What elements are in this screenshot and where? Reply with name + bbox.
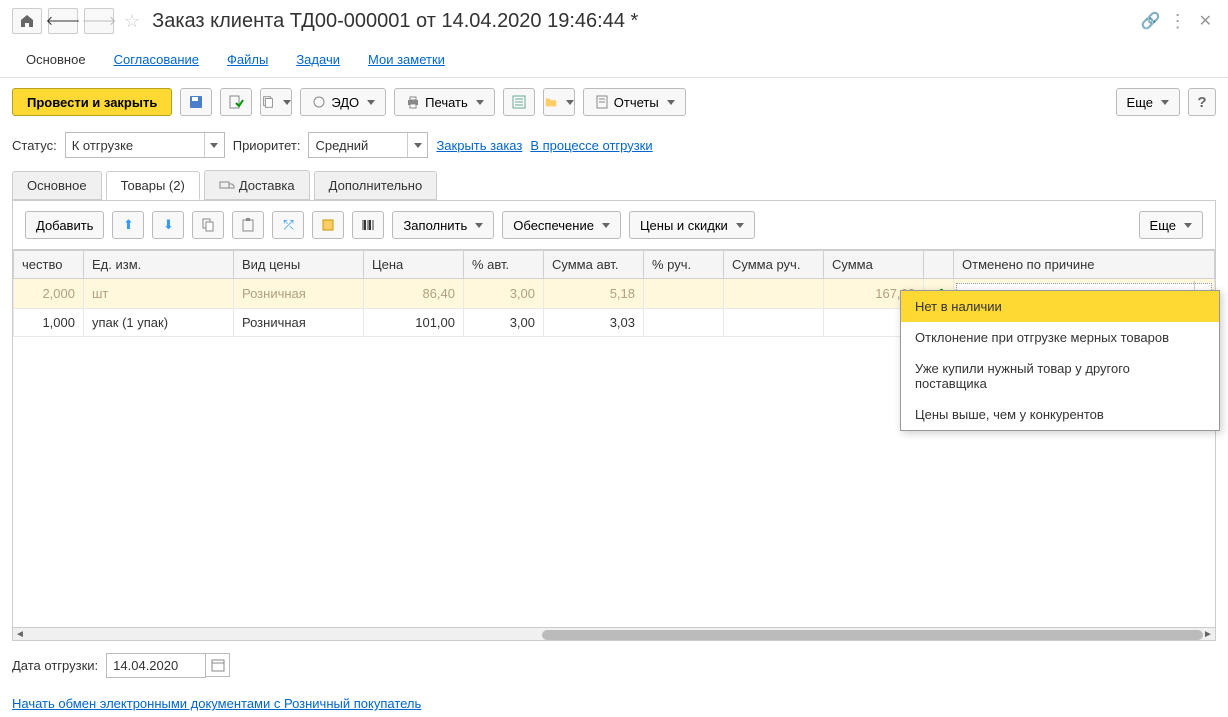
dropdown-option[interactable]: Уже купили нужный товар у другого постав… bbox=[901, 353, 1219, 399]
print-icon bbox=[405, 94, 421, 110]
col-cancelled[interactable]: Отменено по причине bbox=[954, 251, 1215, 279]
provision-button[interactable]: Обеспечение bbox=[502, 211, 621, 239]
report-button[interactable] bbox=[503, 88, 535, 116]
top-tabs: Основное Согласование Файлы Задачи Мои з… bbox=[0, 42, 1228, 78]
tab-tasks[interactable]: Задачи bbox=[282, 42, 354, 77]
split-button[interactable]: ⤱ bbox=[272, 211, 304, 239]
more-button[interactable]: Еще bbox=[1116, 88, 1180, 116]
arrow-up-icon: ⬆ bbox=[123, 217, 134, 233]
subtab-additional[interactable]: Дополнительно bbox=[314, 171, 438, 200]
subtab-main[interactable]: Основное bbox=[12, 171, 102, 200]
kebab-menu-icon[interactable]: ⋮ bbox=[1169, 11, 1187, 32]
ship-date-input[interactable]: 14.04.2020 bbox=[106, 653, 206, 678]
table-more-button[interactable]: Еще bbox=[1139, 211, 1203, 239]
horizontal-scrollbar[interactable]: ◄ ► bbox=[12, 627, 1216, 641]
save-button[interactable] bbox=[180, 88, 212, 116]
tab-approval[interactable]: Согласование bbox=[100, 42, 213, 77]
status-label: Статус: bbox=[12, 138, 57, 153]
arrow-down-icon: ⬇ bbox=[163, 217, 174, 233]
status-select[interactable]: К отгрузке bbox=[65, 132, 225, 158]
list-icon bbox=[511, 94, 527, 110]
box-icon bbox=[320, 217, 336, 233]
split-icon: ⤱ bbox=[283, 217, 293, 233]
dropdown-option[interactable]: Цены выше, чем у конкурентов bbox=[901, 399, 1219, 430]
edo-start-link[interactable]: Начать обмен электронными документами с … bbox=[12, 696, 421, 711]
in-shipping-link[interactable]: В процессе отгрузки bbox=[530, 138, 652, 153]
post-and-close-button[interactable]: Провести и закрыть bbox=[12, 88, 172, 116]
col-pricetype[interactable]: Вид цены bbox=[234, 251, 364, 279]
pick-button[interactable] bbox=[312, 211, 344, 239]
paste-icon bbox=[240, 217, 256, 233]
link-icon[interactable]: 🔗 bbox=[1141, 11, 1161, 31]
priority-label: Приоритет: bbox=[233, 138, 301, 153]
col-qty[interactable]: чество bbox=[14, 251, 84, 279]
tab-files[interactable]: Файлы bbox=[213, 42, 282, 77]
back-button[interactable]: 🡐 bbox=[48, 8, 78, 34]
copy-button[interactable] bbox=[192, 211, 224, 239]
subtab-delivery[interactable]: Доставка bbox=[204, 170, 310, 200]
col-sum[interactable]: Сумма bbox=[824, 251, 924, 279]
truck-icon bbox=[219, 177, 235, 193]
attach-button[interactable] bbox=[543, 88, 575, 116]
edo-icon bbox=[311, 94, 327, 110]
subtab-goods[interactable]: Товары (2) bbox=[106, 171, 200, 200]
chevron-down-icon bbox=[204, 133, 224, 157]
move-up-button[interactable]: ⬆ bbox=[112, 211, 144, 239]
reports-icon bbox=[594, 94, 610, 110]
tab-notes[interactable]: Мои заметки bbox=[354, 42, 459, 77]
add-button[interactable]: Добавить bbox=[25, 211, 104, 239]
print-button[interactable]: Печать bbox=[394, 88, 495, 116]
scroll-left-icon[interactable]: ◄ bbox=[13, 627, 27, 641]
col-unit[interactable]: Ед. изм. bbox=[84, 251, 234, 279]
ship-date-label: Дата отгрузки: bbox=[12, 658, 98, 673]
page-title: Заказ клиента ТД00-000001 от 14.04.2020 … bbox=[152, 10, 1135, 33]
folder-icon bbox=[544, 94, 558, 110]
fill-button[interactable]: Заполнить bbox=[392, 211, 494, 239]
dropdown-option[interactable]: Отклонение при отгрузке мерных товаров bbox=[901, 322, 1219, 353]
barcode-icon bbox=[360, 217, 376, 233]
chevron-down-icon bbox=[407, 133, 427, 157]
col-mansum[interactable]: Сумма руч. bbox=[724, 251, 824, 279]
home-icon bbox=[19, 13, 35, 29]
barcode-button[interactable] bbox=[352, 211, 384, 239]
col-autopct[interactable]: % авт. bbox=[464, 251, 544, 279]
priority-select[interactable]: Средний bbox=[308, 132, 428, 158]
calendar-icon bbox=[210, 657, 226, 673]
help-button[interactable]: ? bbox=[1188, 88, 1216, 116]
col-manpct[interactable]: % руч. bbox=[644, 251, 724, 279]
col-autosum[interactable]: Сумма авт. bbox=[544, 251, 644, 279]
scroll-thumb[interactable] bbox=[542, 630, 1203, 640]
edo-button[interactable]: ЭДО bbox=[300, 88, 386, 116]
create-based-button[interactable] bbox=[260, 88, 292, 116]
close-icon[interactable]: ✕ bbox=[1195, 11, 1216, 31]
post-icon bbox=[228, 94, 244, 110]
calendar-button[interactable] bbox=[206, 653, 230, 677]
forward-button[interactable]: 🡒 bbox=[84, 8, 114, 34]
paste-button[interactable] bbox=[232, 211, 264, 239]
copy-icon bbox=[200, 217, 216, 233]
col-price[interactable]: Цена bbox=[364, 251, 464, 279]
save-icon bbox=[188, 94, 204, 110]
post-button[interactable] bbox=[220, 88, 252, 116]
doc-icon bbox=[261, 94, 275, 110]
cancel-reason-dropdown: Нет в наличии Отклонение при отгрузке ме… bbox=[900, 290, 1220, 431]
star-icon[interactable]: ☆ bbox=[124, 11, 140, 32]
close-order-link[interactable]: Закрыть заказ bbox=[436, 138, 522, 153]
tab-main[interactable]: Основное bbox=[12, 42, 100, 77]
move-down-button[interactable]: ⬇ bbox=[152, 211, 184, 239]
reports-button[interactable]: Отчеты bbox=[583, 88, 686, 116]
prices-discounts-button[interactable]: Цены и скидки bbox=[629, 211, 755, 239]
home-button[interactable] bbox=[12, 8, 42, 34]
dropdown-option[interactable]: Нет в наличии bbox=[901, 291, 1219, 322]
col-check[interactable] bbox=[924, 251, 954, 279]
scroll-right-icon[interactable]: ► bbox=[1201, 627, 1215, 641]
